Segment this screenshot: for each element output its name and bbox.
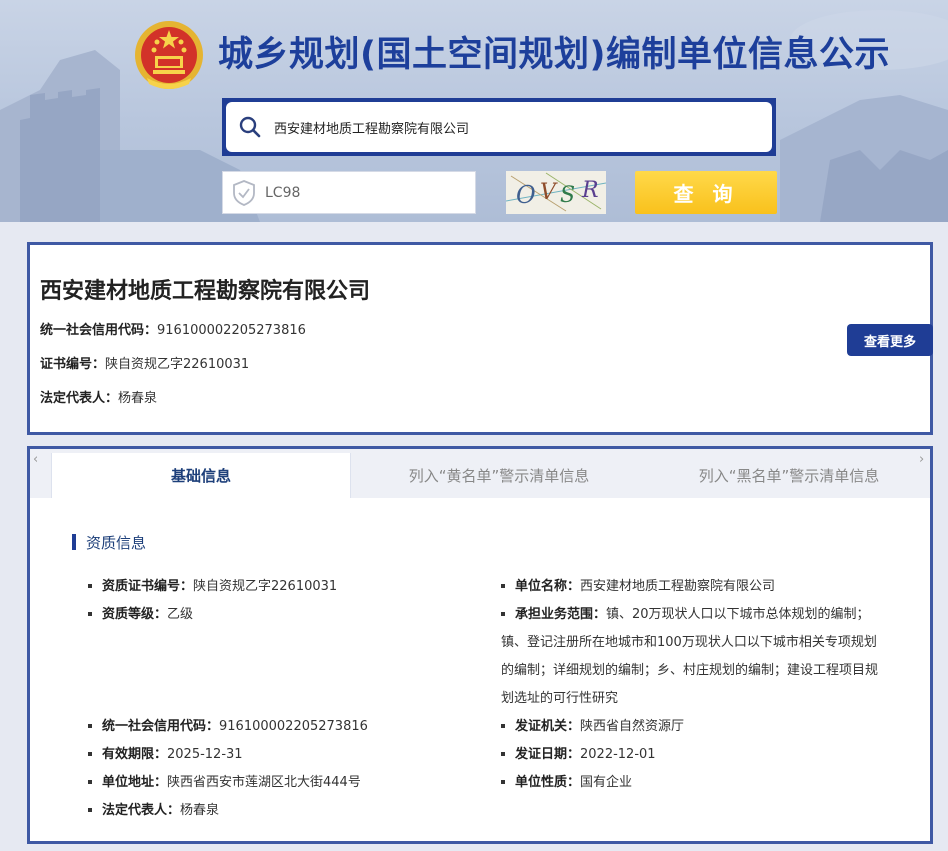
- field-nature: 单位性质：国有企业: [501, 769, 632, 797]
- captcha-input[interactable]: LC98: [222, 171, 476, 214]
- field-legal-rep: 法定代表人：杨春泉: [88, 797, 219, 825]
- field-value: 西安建材地质工程勘察院有限公司: [580, 579, 776, 594]
- view-more-button[interactable]: 查看更多: [847, 324, 933, 356]
- field-label: 单位性质：: [515, 775, 581, 790]
- captcha-char: V: [540, 180, 558, 205]
- field-scope-line: 的编制；详细规划的编制；乡、村庄规划的编制；建设工程项目规: [501, 663, 879, 678]
- field-label: 发证机关：: [515, 719, 581, 734]
- credit-code-label: 统一社会信用代码：: [40, 323, 158, 338]
- bullet-icon: [88, 751, 92, 756]
- field-label: 法定代表人：: [102, 803, 181, 818]
- section-qualification-title: 资质信息: [72, 533, 147, 552]
- captcha-char: O: [516, 181, 536, 209]
- field-label: 资质等级：: [102, 607, 168, 622]
- search-input[interactable]: 西安建材地质工程勘察院有限公司: [274, 118, 469, 137]
- field-label: 统一社会信用代码：: [102, 719, 220, 734]
- bullet-icon: [501, 779, 505, 784]
- field-unit-name: 单位名称：西安建材地质工程勘察院有限公司: [501, 573, 775, 601]
- field-value: 2025-12-31: [167, 747, 243, 762]
- tab-yellow-list[interactable]: 列入“黄名单”警示清单信息: [350, 453, 648, 498]
- header-banner: 城乡规划(国土空间规划)编制单位信息公示 西安建材地质工程勘察院有限公司 LC9…: [0, 0, 948, 222]
- field-value: 陕西省西安市莲湖区北大街444号: [167, 775, 361, 790]
- field-credit-code: 统一社会信用代码：916100002205273816: [88, 713, 368, 741]
- national-emblem-icon: [135, 21, 203, 89]
- tab-bar: ‹ › 基础信息 列入“黄名单”警示清单信息 列入“黑名单”警示清单信息: [30, 449, 930, 498]
- tab-scroll-left-icon[interactable]: ‹: [33, 452, 38, 467]
- credit-code-row: 统一社会信用代码：916100002205273816: [40, 319, 306, 338]
- bullet-icon: [501, 583, 505, 588]
- field-value: 陕西省自然资源厅: [580, 719, 685, 734]
- bullet-icon: [88, 779, 92, 784]
- captcha-char: R: [581, 178, 599, 203]
- company-summary-card: 西安建材地质工程勘察院有限公司 统一社会信用代码：916100002205273…: [27, 242, 933, 435]
- bullet-icon: [88, 807, 92, 812]
- captcha-char: S: [560, 183, 575, 208]
- company-name: 西安建材地质工程勘察院有限公司: [40, 279, 371, 304]
- field-scope-line: 镇、登记注册所在地城市和100万现状人口以下城市相关专项规划: [501, 635, 877, 650]
- field-address: 单位地址：陕西省西安市莲湖区北大街444号: [88, 769, 361, 797]
- bullet-icon: [501, 723, 505, 728]
- field-value: 陕自资规乙字22610031: [193, 579, 338, 594]
- cert-no-row: 证书编号：陕自资规乙字22610031: [40, 353, 249, 372]
- bullet-icon: [88, 583, 92, 588]
- field-issuer: 发证机关：陕西省自然资源厅: [501, 713, 684, 741]
- tab-basic-info[interactable]: 基础信息: [51, 453, 351, 498]
- field-cert-no: 资质证书编号：陕自资规乙字22610031: [88, 573, 337, 601]
- field-scope: 承担业务范围：镇、20万现状人口以下城市总体规划的编制；: [501, 601, 870, 629]
- bullet-icon: [501, 751, 505, 756]
- detail-panel: ‹ › 基础信息 列入“黄名单”警示清单信息 列入“黑名单”警示清单信息 资质信…: [27, 446, 933, 844]
- field-value: 乙级: [167, 607, 194, 622]
- captcha-image[interactable]: O V S R: [506, 171, 606, 214]
- section-title-text: 资质信息: [86, 533, 147, 552]
- tab-black-list[interactable]: 列入“黑名单”警示清单信息: [648, 453, 930, 498]
- legal-rep-label: 法定代表人：: [40, 391, 119, 406]
- field-valid-until: 有效期限：2025-12-31: [88, 741, 243, 769]
- field-label: 资质证书编号：: [102, 579, 194, 594]
- bullet-icon: [88, 611, 92, 616]
- credit-code-value: 916100002205273816: [157, 323, 306, 338]
- search-icon: [239, 116, 261, 138]
- field-scope-line: 划选址的可行性研究: [501, 691, 619, 706]
- bullet-icon: [501, 611, 505, 616]
- field-label: 发证日期：: [515, 747, 581, 762]
- field-value: 镇、20万现状人口以下城市总体规划的编制；: [606, 607, 870, 622]
- field-value: 916100002205273816: [219, 719, 368, 734]
- field-issue-date: 发证日期：2022-12-01: [501, 741, 656, 769]
- shield-check-icon: [233, 179, 255, 206]
- field-label: 单位名称：: [515, 579, 581, 594]
- cert-no-value: 陕自资规乙字22610031: [105, 357, 250, 372]
- field-label: 有效期限：: [102, 747, 168, 762]
- section-marker: [72, 534, 76, 550]
- field-grade: 资质等级：乙级: [88, 601, 193, 629]
- page-title: 城乡规划(国土空间规划)编制单位信息公示: [218, 35, 890, 75]
- field-value: 杨春泉: [180, 803, 220, 818]
- search-box[interactable]: 西安建材地质工程勘察院有限公司: [222, 98, 776, 156]
- field-label: 单位地址：: [102, 775, 168, 790]
- field-label: 承担业务范围：: [515, 607, 607, 622]
- field-value: 2022-12-01: [580, 747, 656, 762]
- legal-rep-row: 法定代表人：杨春泉: [40, 387, 157, 406]
- cert-no-label: 证书编号：: [40, 357, 106, 372]
- bullet-icon: [88, 723, 92, 728]
- field-value: 国有企业: [580, 775, 633, 790]
- captcha-value[interactable]: LC98: [265, 185, 300, 201]
- legal-rep-value: 杨春泉: [118, 391, 158, 406]
- query-button[interactable]: 查 询: [635, 171, 777, 214]
